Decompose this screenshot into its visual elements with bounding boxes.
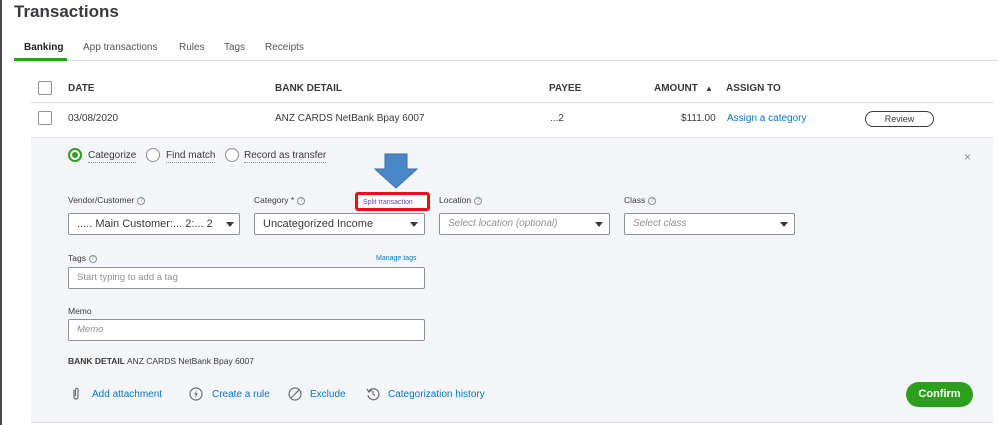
column-header-bank-detail[interactable]: BANK DETAIL bbox=[275, 83, 342, 94]
column-header-date[interactable]: DATE bbox=[68, 83, 94, 94]
class-label-text: Class bbox=[624, 195, 646, 205]
bank-detail-heading: BANK DETAIL bbox=[68, 356, 125, 366]
tags-label-text: Tags bbox=[68, 253, 86, 263]
find-match-radio[interactable] bbox=[146, 148, 160, 162]
bank-detail-summary: BANK DETAIL ANZ CARDS NetBank Bpay 6007 bbox=[68, 356, 254, 366]
vendor-select[interactable]: ..... Main Customer:... 2:... 2 bbox=[68, 213, 240, 235]
location-label-text: Location bbox=[439, 195, 472, 205]
bank-detail-value: ANZ CARDS NetBank Bpay 6007 bbox=[126, 356, 254, 366]
record-transfer-radio[interactable] bbox=[225, 148, 239, 162]
confirm-button[interactable]: Confirm bbox=[906, 382, 973, 407]
assign-category-link[interactable]: Assign a category bbox=[727, 113, 807, 124]
tab-app-transactions[interactable]: App transactions bbox=[83, 42, 158, 53]
help-icon[interactable]: ? bbox=[88, 254, 97, 263]
find-match-label[interactable]: Find match bbox=[166, 150, 216, 163]
column-header-assign-to: ASSIGN TO bbox=[726, 83, 781, 94]
category-select[interactable]: Uncategorized Income bbox=[254, 213, 425, 235]
column-header-payee[interactable]: PAYEE bbox=[549, 83, 581, 94]
chevron-down-icon[interactable] bbox=[780, 222, 788, 227]
tab-receipts[interactable]: Receipts bbox=[265, 42, 304, 53]
row-bank-detail: ANZ CARDS NetBank Bpay 6007 bbox=[275, 113, 425, 124]
lightning-icon[interactable] bbox=[189, 387, 203, 401]
row-date: 03/08/2020 bbox=[68, 113, 119, 124]
close-icon[interactable]: × bbox=[964, 150, 971, 164]
row-amount: $111.00 bbox=[681, 113, 716, 124]
class-label: Class? bbox=[624, 195, 657, 205]
ban-icon[interactable] bbox=[288, 387, 302, 401]
help-icon[interactable]: ? bbox=[648, 196, 657, 205]
add-attachment-link[interactable]: Add attachment bbox=[92, 389, 162, 400]
location-label: Location? bbox=[439, 195, 483, 205]
categorize-radio[interactable] bbox=[68, 148, 82, 162]
record-transfer-label[interactable]: Record as transfer bbox=[244, 150, 327, 163]
category-label: Category *? bbox=[254, 195, 306, 205]
category-label-text: Category * bbox=[254, 195, 295, 205]
tab-rules[interactable]: Rules bbox=[179, 42, 205, 53]
chevron-down-icon[interactable] bbox=[410, 222, 418, 227]
create-rule-link[interactable]: Create a rule bbox=[212, 389, 270, 400]
active-tab-indicator bbox=[14, 58, 67, 61]
header-divider bbox=[31, 102, 993, 103]
manage-tags-link[interactable]: Manage tags bbox=[376, 255, 416, 262]
paperclip-icon[interactable] bbox=[71, 387, 81, 401]
panel-bottom-divider bbox=[31, 422, 993, 423]
row-payee: ...2 bbox=[550, 113, 564, 124]
page-title: Transactions bbox=[14, 2, 119, 21]
review-button[interactable]: Review bbox=[865, 111, 934, 127]
help-icon[interactable]: ? bbox=[474, 196, 483, 205]
sort-ascending-icon: ▲ bbox=[705, 84, 713, 93]
categorization-history-link[interactable]: Categorization history bbox=[388, 389, 485, 400]
help-icon[interactable]: ? bbox=[297, 196, 306, 205]
help-icon[interactable]: ? bbox=[137, 196, 146, 205]
tags-label: Tags? bbox=[68, 253, 97, 263]
annotation-arrow-icon bbox=[374, 153, 418, 189]
categorize-label[interactable]: Categorize bbox=[88, 150, 137, 163]
select-all-checkbox[interactable] bbox=[38, 81, 52, 95]
tab-banking[interactable]: Banking bbox=[24, 42, 63, 53]
chevron-down-icon[interactable] bbox=[226, 222, 234, 227]
column-header-amount[interactable]: AMOUNT bbox=[654, 83, 698, 94]
split-transaction-link[interactable]: Split transaction bbox=[363, 199, 413, 206]
vendor-label-text: Vendor/Customer bbox=[68, 195, 135, 205]
history-icon[interactable] bbox=[366, 387, 380, 401]
location-select[interactable]: Select location (optional) bbox=[439, 213, 610, 235]
chevron-down-icon[interactable] bbox=[595, 222, 603, 227]
exclude-link[interactable]: Exclude bbox=[310, 389, 346, 400]
tags-input[interactable]: Start typing to add a tag bbox=[68, 267, 425, 289]
tabs-divider bbox=[14, 60, 998, 61]
class-select[interactable]: Select class bbox=[624, 213, 795, 235]
memo-label: Memo bbox=[68, 306, 92, 316]
row-checkbox[interactable] bbox=[38, 111, 52, 125]
vendor-label: Vendor/Customer? bbox=[68, 195, 146, 205]
memo-input[interactable]: Memo bbox=[68, 319, 425, 341]
tab-tags[interactable]: Tags bbox=[224, 42, 245, 53]
